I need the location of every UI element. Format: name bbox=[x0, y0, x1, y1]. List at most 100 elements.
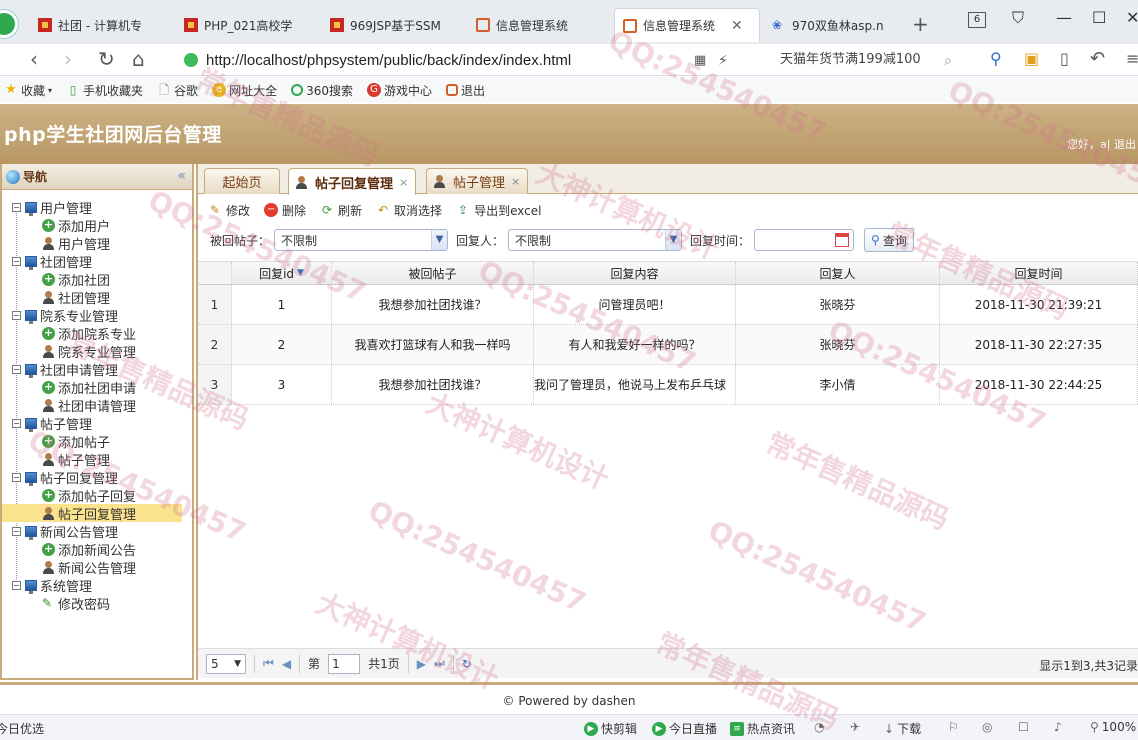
home-icon[interactable]: ⌂ bbox=[132, 48, 145, 70]
user-filter-select[interactable]: 不限制 ▼ bbox=[508, 229, 683, 251]
tab-reply-manage[interactable]: 帖子回复管理 × bbox=[288, 168, 416, 195]
browser-tab-6[interactable]: ❀ 970双鱼林asp.n bbox=[764, 8, 904, 42]
edit-button[interactable]: ✎ 修改 bbox=[208, 202, 250, 219]
speed-icon[interactable]: ◔ bbox=[814, 720, 824, 734]
maximize-icon[interactable]: ☐ bbox=[1092, 8, 1106, 27]
collapse-icon[interactable]: « bbox=[177, 168, 186, 184]
time-filter-input[interactable] bbox=[754, 229, 855, 251]
qr-icon[interactable]: ▦ bbox=[694, 50, 706, 72]
bookmark-mobile[interactable]: ▯ 手机收藏夹 bbox=[66, 82, 143, 99]
export-excel-button[interactable]: ⇪ 导出到excel bbox=[456, 202, 541, 219]
column-header-id[interactable]: 回复id ▼ bbox=[232, 262, 332, 284]
browser-logo-icon[interactable] bbox=[0, 10, 18, 38]
sidebar-item-add-reply[interactable]: + 添加帖子回复 bbox=[2, 486, 192, 505]
search-input[interactable]: 天猫年货节满199减100 bbox=[770, 48, 970, 72]
tab-post-manage[interactable]: 帖子管理 × bbox=[426, 168, 528, 194]
browser-tab-4[interactable]: 信息管理系统 bbox=[468, 8, 608, 42]
sidebar-item-add-club[interactable]: + 添加社团 bbox=[2, 270, 192, 289]
collapse-toggle-icon[interactable]: − bbox=[12, 256, 21, 266]
download-link[interactable]: ↓ 下载 bbox=[884, 720, 921, 737]
phone-icon[interactable]: ▯ bbox=[1060, 48, 1069, 70]
tree-group-users[interactable]: − 用户管理 bbox=[2, 198, 192, 217]
page-size-select[interactable]: 5 ▼ bbox=[206, 653, 246, 674]
collapse-toggle-icon[interactable]: − bbox=[12, 580, 21, 590]
sidebar-item-user-manage[interactable]: 用户管理 bbox=[2, 234, 192, 253]
column-header-time[interactable]: 回复时间 bbox=[940, 262, 1138, 284]
sidebar-item-add-application[interactable]: + 添加社团申请 bbox=[2, 378, 192, 397]
calendar-icon[interactable] bbox=[835, 233, 850, 247]
reload-icon[interactable]: ↻ bbox=[462, 657, 472, 671]
bookmark-games[interactable]: G 游戏中心 bbox=[366, 82, 432, 99]
flag-icon[interactable]: ⚐ bbox=[948, 720, 959, 734]
tab-count-badge[interactable]: 6 bbox=[968, 12, 986, 28]
collapse-toggle-icon[interactable]: − bbox=[12, 202, 21, 212]
bookmark-favorites[interactable]: ★ 收藏 ▾ bbox=[4, 82, 52, 99]
sidebar-item-post-manage[interactable]: 帖子管理 bbox=[2, 450, 192, 469]
url-field[interactable]: http://localhost/phpsystem/public/back/i… bbox=[184, 48, 764, 72]
pin-icon[interactable]: ✈ bbox=[850, 720, 860, 734]
refresh-button[interactable]: ⟳ 刷新 bbox=[320, 202, 362, 219]
tree-group-system[interactable]: − 系统管理 bbox=[2, 576, 192, 595]
tree-group-departments[interactable]: − 院系专业管理 bbox=[2, 306, 192, 325]
collapse-toggle-icon[interactable]: − bbox=[12, 418, 21, 428]
collapse-toggle-icon[interactable]: − bbox=[12, 526, 21, 536]
browser-icon[interactable]: ◎ bbox=[982, 720, 992, 734]
sidebar-item-add-news[interactable]: + 添加新闻公告 bbox=[2, 540, 192, 559]
magnifier-icon[interactable]: ⚲ bbox=[990, 48, 1002, 70]
prev-page-icon[interactable]: ◀ bbox=[282, 657, 291, 671]
sidebar-item-news-manage[interactable]: 新闻公告管理 bbox=[2, 558, 192, 577]
tree-group-clubs[interactable]: − 社团管理 bbox=[2, 252, 192, 271]
volume-icon[interactable]: ♪ bbox=[1054, 720, 1062, 734]
table-row[interactable]: 2 2 我喜欢打篮球有人和我一样吗 有人和我爱好一样的吗？ 张晓芬 2018-1… bbox=[198, 325, 1138, 365]
sidebar-item-add-post[interactable]: + 添加帖子 bbox=[2, 432, 192, 451]
tree-group-news[interactable]: − 新闻公告管理 bbox=[2, 522, 192, 541]
collapse-toggle-icon[interactable]: − bbox=[12, 310, 21, 320]
sidebar-item-department-manage[interactable]: 院系专业管理 bbox=[2, 342, 192, 361]
back-icon[interactable]: ‹ bbox=[30, 48, 38, 70]
reload-icon[interactable]: ↻ bbox=[98, 48, 115, 70]
hot-news-link[interactable]: ≡ 热点资讯 bbox=[730, 720, 795, 737]
bookmark-360[interactable]: 360搜索 bbox=[291, 82, 353, 99]
undo-icon[interactable]: ↶ bbox=[1090, 48, 1105, 70]
apps-icon[interactable]: ▣ bbox=[1024, 48, 1039, 70]
table-row[interactable]: 3 3 我想参加社团找谁？ 我问了管理员，他说马上发布乒乓球 李小倩 2018-… bbox=[198, 365, 1138, 405]
tab-home[interactable]: 起始页 bbox=[204, 168, 280, 194]
close-icon[interactable]: ✕ bbox=[731, 18, 743, 34]
close-icon[interactable]: × bbox=[511, 175, 520, 188]
tree-group-applications[interactable]: − 社团申请管理 bbox=[2, 360, 192, 379]
last-page-icon[interactable]: ⏭ bbox=[434, 656, 445, 671]
sidebar-item-club-manage[interactable]: 社团管理 bbox=[2, 288, 192, 307]
browser-tab-1[interactable]: 社团 - 计算机专 bbox=[30, 8, 170, 42]
bookmark-google[interactable]: 🗋 谷歌 bbox=[157, 82, 198, 99]
page-number-input[interactable]: 1 bbox=[328, 653, 361, 674]
close-icon[interactable]: × bbox=[399, 176, 408, 189]
shirt-icon[interactable]: ⛉ bbox=[1012, 8, 1024, 28]
column-header-content[interactable]: 回复内容 bbox=[534, 262, 736, 284]
next-page-icon[interactable]: ▶ bbox=[417, 657, 426, 671]
new-tab-button[interactable]: + bbox=[912, 12, 929, 36]
forward-icon[interactable]: › bbox=[64, 48, 72, 70]
lightning-icon[interactable]: ⚡ bbox=[718, 50, 728, 72]
sidebar-item-add-user[interactable]: + 添加用户 bbox=[2, 216, 192, 235]
collapse-toggle-icon[interactable]: − bbox=[12, 364, 21, 374]
welcome-logout-link[interactable]: 您好，a| 退出 bbox=[1067, 136, 1136, 152]
sidebar-item-application-manage[interactable]: 社团申请管理 bbox=[2, 396, 192, 415]
query-button[interactable]: ⚲ 查询 bbox=[864, 228, 914, 252]
unselect-button[interactable]: ↶ 取消选择 bbox=[376, 202, 442, 219]
today-picks-link[interactable]: 今日优选 bbox=[0, 720, 44, 737]
first-page-icon[interactable]: ⏮ bbox=[263, 656, 274, 671]
quick-edit-link[interactable]: ▶ 快剪辑 bbox=[584, 720, 637, 737]
sidebar-item-add-department[interactable]: + 添加院系专业 bbox=[2, 324, 192, 343]
column-header-user[interactable]: 回复人 bbox=[736, 262, 940, 284]
bookmark-sites[interactable]: e 网址大全 bbox=[212, 82, 277, 99]
tree-group-posts[interactable]: − 帖子管理 bbox=[2, 414, 192, 433]
sidebar-item-change-password[interactable]: ✎ 修改密码 bbox=[2, 594, 192, 613]
close-window-icon[interactable]: ✕ bbox=[1126, 8, 1138, 27]
search-icon[interactable]: ⌕ bbox=[944, 50, 952, 72]
table-row[interactable]: 1 1 我想参加社团找谁？ 问管理员吧！ 张晓芬 2018-11-30 21:3… bbox=[198, 285, 1138, 325]
tree-group-replies[interactable]: − 帖子回复管理 bbox=[2, 468, 192, 487]
minimize-icon[interactable]: — bbox=[1056, 8, 1072, 27]
bookmark-exit[interactable]: 退出 bbox=[446, 82, 485, 99]
post-filter-select[interactable]: 不限制 ▼ bbox=[274, 229, 449, 251]
browser-tab-3[interactable]: 969JSP基于SSM bbox=[322, 8, 462, 42]
